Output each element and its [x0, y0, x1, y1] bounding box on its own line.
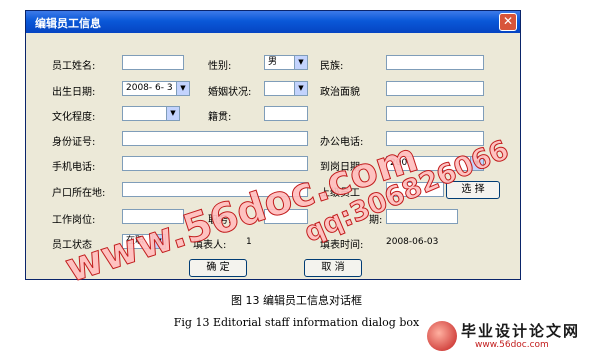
birth-date-label: 出生日期: [52, 87, 96, 98]
political-status-input[interactable] [386, 81, 484, 96]
figure-caption-chinese: 图 13 编辑员工信息对话框 [231, 294, 362, 307]
row3-right-input[interactable] [386, 106, 484, 121]
birth-date-value: 2008- 6- 3 [126, 83, 173, 93]
gender-select[interactable]: 男 ▼ [264, 55, 308, 70]
native-place-label: 籍贯: [208, 112, 232, 123]
native-place-input[interactable] [264, 106, 308, 121]
fill-time-value: 2008-06-03 [386, 237, 439, 247]
household-label: 户口所在地: [52, 188, 106, 199]
employee-name-label: 员工姓名: [52, 61, 96, 72]
education-label: 文化程度: [52, 112, 96, 123]
job-position-label: 工作岗位: [52, 215, 96, 226]
political-status-label: 政治面貌 [320, 87, 360, 98]
dropdown-arrow-icon: ▼ [166, 107, 179, 120]
gender-value: 男 [268, 57, 278, 67]
id-number-input[interactable] [122, 131, 308, 146]
dropdown-arrow-icon: ▼ [294, 82, 307, 95]
title-bar: 编辑员工信息 ✕ [26, 11, 520, 33]
gender-label: 性别: [208, 61, 232, 72]
mobile-phone-input[interactable] [122, 156, 308, 171]
ok-button[interactable]: 确 定 [189, 259, 247, 277]
marital-status-select[interactable]: ▼ [264, 81, 308, 96]
logo-mark-icon [427, 321, 457, 351]
marital-status-label: 婚姻状况: [208, 87, 252, 98]
dropdown-arrow-icon: ▼ [294, 56, 307, 69]
birth-date-picker[interactable]: 2008- 6- 3 ▼ [122, 81, 190, 96]
logo-title: 毕业设计论文网 [461, 322, 581, 340]
logo-url: www.56doc.com [475, 340, 549, 350]
ethnicity-input[interactable] [386, 55, 484, 70]
employee-name-input[interactable] [122, 55, 184, 70]
education-select[interactable]: ▼ [122, 106, 180, 121]
site-logo: 毕业设计论文网 www.56doc.com [425, 318, 593, 355]
ethnicity-label: 民族: [320, 61, 344, 72]
dialog-title: 编辑员工信息 [35, 17, 101, 30]
mobile-phone-label: 手机电话: [52, 162, 96, 173]
dropdown-arrow-icon: ▼ [176, 82, 189, 95]
close-icon: ✕ [502, 14, 514, 28]
close-button[interactable]: ✕ [499, 13, 517, 31]
id-number-label: 身份证号: [52, 137, 96, 148]
office-phone-label: 办公电话: [320, 137, 364, 148]
filler-value: 1 [246, 237, 252, 247]
cancel-button[interactable]: 取 消 [304, 259, 362, 277]
